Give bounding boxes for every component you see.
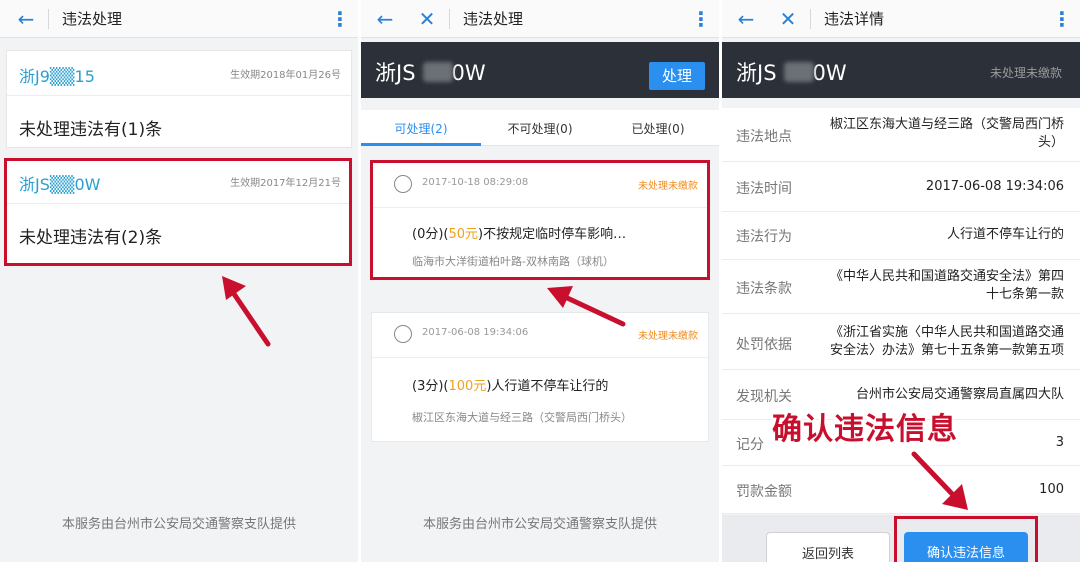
violation-handle-screen: ← ✕ 违法处理 ⋮ 浙JS 0W 处理 可处理(2) 不可处理(0) 已处理(0… bbox=[361, 0, 719, 562]
violation-count: 未处理违法有(2)条 bbox=[19, 228, 163, 248]
value-line: 安全法〉办法》第七十五条第一款第五项 bbox=[829, 343, 1064, 358]
plate-number: 浙J9▒▒15 bbox=[19, 67, 95, 86]
divider bbox=[48, 9, 49, 29]
tab-processed[interactable]: 已处理(0) bbox=[603, 120, 713, 137]
violation-count: 未处理违法有(1)条 bbox=[19, 120, 163, 140]
violation-time: 2017-10-18 08:29:08 bbox=[422, 177, 529, 188]
divider bbox=[7, 203, 351, 204]
confirm-violation-button[interactable]: 确认违法信息 bbox=[904, 532, 1028, 562]
detail-row-clause: 违法条款 《中华人民共和国道路交通安全法》第四十七条第一款 bbox=[722, 260, 1080, 314]
handle-button[interactable]: 处理 bbox=[649, 62, 705, 90]
detail-label: 记分 bbox=[736, 437, 764, 453]
detail-label: 违法条款 bbox=[736, 281, 792, 297]
vehicle-header: 浙JS 0W 未处理未缴款 bbox=[722, 42, 1080, 98]
plate-number: 浙JS▒▒0W bbox=[19, 175, 101, 194]
detail-label: 违法时间 bbox=[736, 181, 792, 197]
violation-item[interactable]: 2017-10-18 08:29:08 未处理未缴款 (0分)(50元)不按规定… bbox=[371, 162, 709, 278]
violation-location: 椒江区东海大道与经三路（交警局西门桥头） bbox=[412, 411, 632, 424]
detail-label: 发现机关 bbox=[736, 389, 792, 405]
select-radio[interactable] bbox=[394, 325, 412, 343]
divider bbox=[449, 9, 450, 29]
close-icon[interactable]: ✕ bbox=[415, 7, 439, 31]
status-badge: 未处理未缴款 bbox=[989, 66, 1062, 80]
top-bar: ← 违法处理 ⋮ bbox=[0, 0, 358, 38]
page-title: 违法处理 bbox=[463, 10, 524, 28]
service-footer: 本服务由台州市公安局交通警察支队提供 bbox=[422, 517, 657, 532]
detail-value: 2017-06-08 19:34:06 bbox=[925, 179, 1064, 194]
detail-label: 罚款金额 bbox=[736, 484, 792, 500]
violation-text: )人行道不停车让行的 bbox=[486, 379, 609, 394]
vehicle-header: 浙JS 0W 处理 bbox=[361, 42, 719, 98]
violation-text: )不按规定临时停车影响… bbox=[478, 227, 627, 242]
plate-blur bbox=[423, 62, 453, 82]
violation-item[interactable]: 2017-06-08 19:34:06 未处理未缴款 (3分)(100元)人行道… bbox=[371, 312, 709, 442]
plate-prefix: 浙JS bbox=[375, 61, 416, 85]
effective-date: 生效期2017年12月21号 bbox=[230, 178, 341, 189]
divider bbox=[372, 207, 708, 208]
vehicle-card[interactable]: 浙J9▒▒15 生效期2018年01月26号 未处理违法有(1)条 bbox=[6, 50, 352, 148]
detail-label: 违法地点 bbox=[736, 129, 792, 145]
detail-label: 处罚依据 bbox=[736, 337, 792, 353]
effective-date: 生效期2018年01月26号 bbox=[230, 70, 341, 81]
value-line: 头） bbox=[1037, 135, 1064, 150]
detail-row-location: 违法地点 椒江区东海大道与经三路（交警局西门桥头） bbox=[722, 108, 1080, 162]
back-arrow-icon[interactable]: ← bbox=[373, 7, 397, 31]
value-line: 《浙江省实施〈中华人民共和国道路交通 bbox=[829, 325, 1064, 340]
annotation-arrow bbox=[222, 276, 271, 347]
detail-value: 100 bbox=[1039, 482, 1064, 497]
status-badge: 未处理未缴款 bbox=[638, 181, 698, 192]
violation-description: (0分)(50元)不按规定临时停车影响… bbox=[412, 223, 626, 242]
tab-processable[interactable]: 可处理(2) bbox=[366, 120, 476, 137]
divider bbox=[810, 9, 811, 29]
service-footer: 本服务由台州市公安局交通警察支队提供 bbox=[61, 517, 296, 532]
detail-value: 3 bbox=[1055, 435, 1064, 450]
plate-prefix: 浙JS bbox=[736, 61, 777, 85]
detail-row-behavior: 违法行为 人行道不停车让行的 bbox=[722, 212, 1080, 260]
plate-blur bbox=[784, 62, 814, 82]
value-line: 《中华人民共和国道路交通安全法》第四 bbox=[829, 269, 1064, 284]
close-icon[interactable]: ✕ bbox=[776, 7, 800, 31]
violation-detail-screen: ← ✕ 违法详情 ⋮ 浙JS 0W 未处理未缴款 违法地点 椒江区东海大道与经三路… bbox=[722, 0, 1080, 562]
violation-time: 2017-06-08 19:34:06 bbox=[422, 327, 529, 338]
plate-suffix: 0W bbox=[451, 61, 486, 85]
detail-value: 椒江区东海大道与经三路（交警局西门桥头） bbox=[830, 116, 1064, 152]
fine-amount: 50元 bbox=[448, 227, 479, 242]
top-bar: ← ✕ 违法处理 ⋮ bbox=[361, 0, 719, 38]
back-arrow-icon[interactable]: ← bbox=[734, 7, 758, 31]
page-title: 违法详情 bbox=[824, 10, 885, 28]
divider bbox=[7, 95, 351, 96]
page-title: 违法处理 bbox=[62, 10, 123, 28]
detail-value: 《中华人民共和国道路交通安全法》第四十七条第一款 bbox=[830, 268, 1064, 304]
vehicle-card[interactable]: 浙JS▒▒0W 生效期2017年12月21号 未处理违法有(2)条 bbox=[6, 158, 352, 264]
more-menu-icon[interactable]: ⋮ bbox=[1052, 7, 1072, 31]
points: (0分)( bbox=[412, 227, 449, 242]
divider bbox=[372, 357, 708, 358]
status-tabs: 可处理(2) 不可处理(0) 已处理(0) bbox=[361, 110, 719, 146]
tab-unprocessable[interactable]: 不可处理(0) bbox=[485, 120, 595, 137]
callout-label: 确认违法信息 bbox=[772, 412, 958, 447]
fine-amount: 100元 bbox=[448, 379, 487, 394]
value-line: 十七条第一款 bbox=[985, 287, 1064, 302]
value-line: 椒江区东海大道与经三路（交警局西门桥 bbox=[829, 117, 1064, 132]
select-radio[interactable] bbox=[394, 175, 412, 193]
points: (3分)( bbox=[412, 379, 449, 394]
violation-list-screen: ← 违法处理 ⋮ 浙J9▒▒15 生效期2018年01月26号 未处理违法有(1… bbox=[0, 0, 358, 562]
violation-description: (3分)(100元)人行道不停车让行的 bbox=[412, 375, 608, 394]
detail-label: 违法行为 bbox=[736, 229, 792, 245]
detail-row-basis: 处罚依据 《浙江省实施〈中华人民共和国道路交通 安全法〉办法》第七十五条第一款第五… bbox=[722, 314, 1080, 370]
status-badge: 未处理未缴款 bbox=[638, 331, 698, 342]
more-menu-icon[interactable]: ⋮ bbox=[691, 7, 711, 31]
back-to-list-button[interactable]: 返回列表 bbox=[766, 532, 890, 562]
detail-row-fine: 罚款金额 100 bbox=[722, 466, 1080, 514]
back-arrow-icon[interactable]: ← bbox=[14, 7, 38, 31]
violation-location: 临海市大洋街道柏叶路-双林南路（球机） bbox=[412, 255, 614, 268]
detail-row-time: 违法时间 2017-06-08 19:34:06 bbox=[722, 162, 1080, 212]
plate-suffix: 0W bbox=[812, 61, 847, 85]
detail-value: 《浙江省实施〈中华人民共和国道路交通 安全法〉办法》第七十五条第一款第五项 bbox=[830, 324, 1064, 360]
detail-value: 人行道不停车让行的 bbox=[946, 227, 1064, 242]
active-tab-indicator bbox=[361, 143, 481, 146]
detail-value: 台州市公安局交通警察局直属四大队 bbox=[855, 387, 1064, 402]
top-bar: ← ✕ 违法详情 ⋮ bbox=[722, 0, 1080, 38]
more-menu-icon[interactable]: ⋮ bbox=[330, 7, 350, 31]
